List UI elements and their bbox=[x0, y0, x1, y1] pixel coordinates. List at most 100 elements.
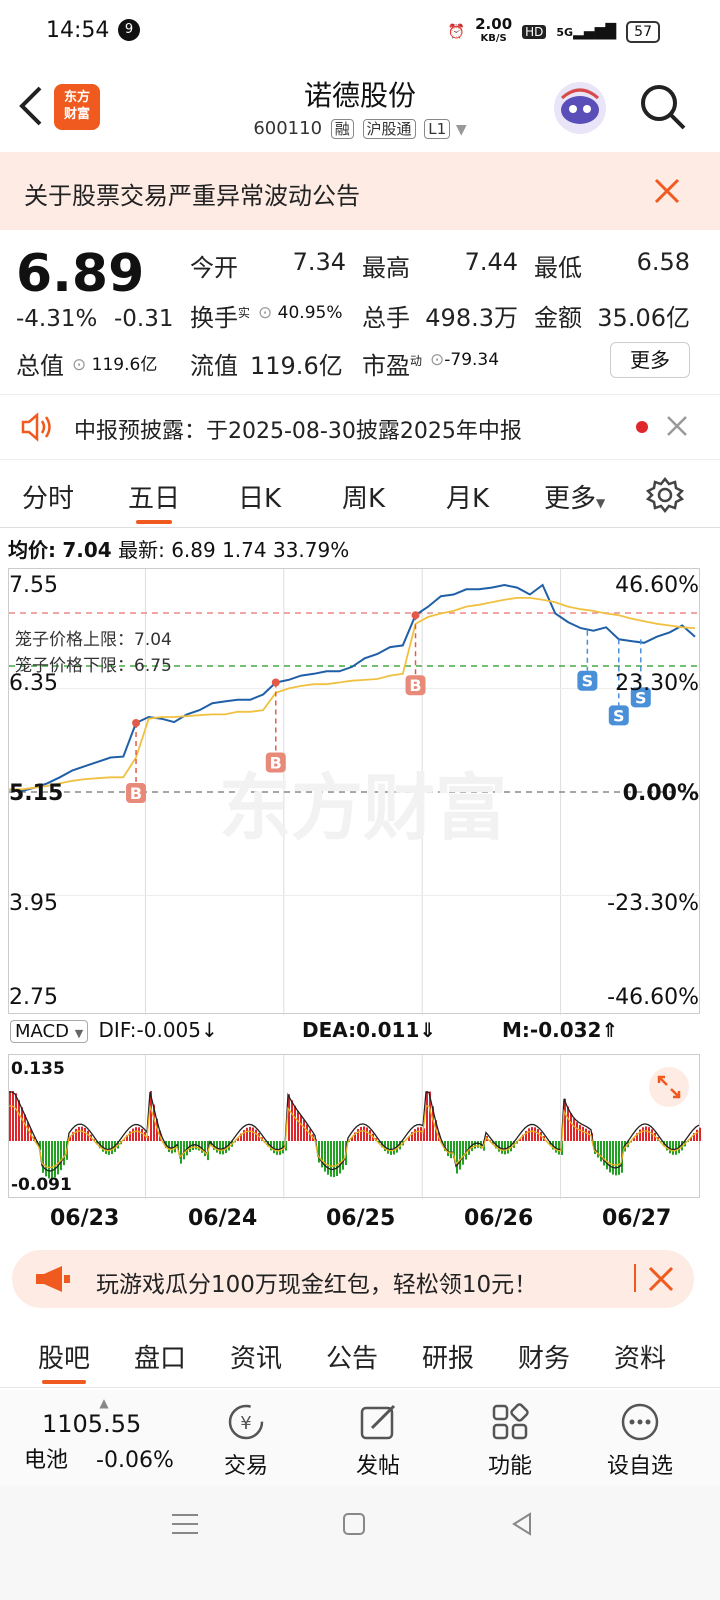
macd-bar-down bbox=[63, 1141, 65, 1166]
macd-bar-down bbox=[390, 1141, 392, 1155]
add-watchlist-button[interactable]: 设自选 bbox=[580, 1390, 700, 1480]
mktcap-text: 119.6亿 bbox=[91, 355, 158, 375]
indicator-select[interactable]: MACD ▼ bbox=[10, 1020, 89, 1043]
macd-dea-text: DEA:0.011 bbox=[302, 1018, 420, 1042]
macd-chart[interactable]: 0.135 -0.091 bbox=[8, 1054, 701, 1199]
macd-bar-up bbox=[696, 1129, 698, 1141]
quote-panel: 6.89 -4.31% -0.31 今开 7.34 最高 7.44 最低 6.5… bbox=[0, 230, 720, 394]
macd-bar-down bbox=[462, 1141, 464, 1165]
close-icon[interactable] bbox=[654, 178, 680, 208]
bottom-toolbar: ▲ 1105.55 电池 -0.06% ¥ 交易 发帖 功能 设自选 bbox=[0, 1390, 720, 1486]
close-icon[interactable] bbox=[666, 415, 688, 441]
mktcap-value: ⊙ 119.6亿 bbox=[72, 350, 157, 375]
high-value: 7.44 bbox=[464, 248, 518, 276]
cage-lower-label: 笼子价格下限： bbox=[15, 656, 134, 676]
content-tabs: 股吧 盘口 资讯 公告 研报 财务 资料 bbox=[0, 1322, 720, 1388]
tab-daily-k[interactable]: 日K bbox=[238, 478, 281, 515]
watchlist-label: 设自选 bbox=[606, 1454, 673, 1479]
macd-bar-down bbox=[333, 1141, 335, 1178]
macd-bar-up bbox=[12, 1091, 14, 1141]
menu-icon[interactable] bbox=[172, 1512, 198, 1540]
macd-bar-down bbox=[597, 1141, 599, 1158]
macd-bar-down bbox=[45, 1141, 47, 1177]
volume-value: 498.3万 bbox=[425, 304, 518, 332]
macd-bar-down bbox=[558, 1141, 560, 1155]
tab-guba[interactable]: 股吧 bbox=[38, 1338, 90, 1384]
home-icon[interactable] bbox=[342, 1512, 366, 1540]
macd-chart-svg bbox=[9, 1055, 701, 1199]
buy-marker-label: B bbox=[409, 676, 421, 695]
back-nav-icon[interactable] bbox=[510, 1512, 534, 1540]
macd-bar-down bbox=[183, 1141, 185, 1160]
sell-marker-label: S bbox=[582, 672, 594, 691]
close-icon[interactable] bbox=[648, 1266, 674, 1296]
macd-bar-up bbox=[585, 1128, 587, 1141]
turnover-sup: 实 bbox=[238, 306, 251, 320]
post-button[interactable]: 发帖 bbox=[318, 1390, 438, 1480]
tab-announcements[interactable]: 公告 bbox=[326, 1338, 378, 1375]
macd-bar-down bbox=[459, 1141, 461, 1170]
functions-button[interactable]: 功能 bbox=[450, 1390, 570, 1480]
trade-button[interactable]: ¥ 交易 bbox=[186, 1390, 306, 1480]
turnover-text: 40.95% bbox=[277, 303, 343, 323]
tab-intraday[interactable]: 分时 bbox=[22, 478, 74, 515]
macd-bar-up bbox=[363, 1126, 365, 1141]
macd-bar-down bbox=[606, 1141, 608, 1170]
macd-bar-down bbox=[387, 1141, 389, 1154]
macd-bar-up bbox=[78, 1126, 80, 1141]
macd-bar-up bbox=[252, 1127, 254, 1141]
stock-code-line[interactable]: 600110 融 沪股通 L1 ▼ bbox=[0, 118, 720, 139]
tag-margin: 融 bbox=[330, 119, 354, 139]
robot-avatar-icon[interactable] bbox=[552, 80, 608, 140]
announcement-banner[interactable]: 关于股票交易严重异常波动公告 bbox=[0, 152, 720, 230]
sector-index[interactable]: ▲ 1105.55 电池 -0.06% bbox=[24, 1396, 184, 1474]
macd-header: MACD ▼ DIF:-0.005↓ DEA:0.011⇓ M:-0.032⇑ bbox=[10, 1018, 710, 1050]
open-value: 7.34 bbox=[292, 248, 346, 276]
macd-m: M:-0.032⇑ bbox=[502, 1018, 619, 1042]
tab-news[interactable]: 资讯 bbox=[230, 1338, 282, 1375]
macd-bar-down bbox=[615, 1141, 617, 1176]
more-button[interactable]: 更多 bbox=[610, 342, 690, 378]
mktcap-label: 总值 bbox=[16, 352, 64, 380]
tab-finance[interactable]: 财务 bbox=[518, 1338, 570, 1375]
settings-gear-icon[interactable] bbox=[645, 476, 685, 518]
y-tick-left-3: 3.95 bbox=[9, 891, 58, 916]
tab-five-day[interactable]: 五日 bbox=[128, 478, 180, 524]
y-tick-right-0: 46.60% bbox=[615, 573, 699, 598]
macd-bar-up bbox=[579, 1124, 581, 1141]
macd-bar-up bbox=[534, 1127, 536, 1141]
chevron-down-icon: ▼ bbox=[455, 122, 467, 138]
macd-bar-down bbox=[216, 1141, 218, 1153]
five-day-chart[interactable]: BBBSSS 东方财富 7.55 6.35 5.15 3.95 2.75 46.… bbox=[8, 568, 701, 1015]
macd-bar-up bbox=[81, 1126, 83, 1141]
megaphone-icon bbox=[32, 1263, 72, 1299]
tab-research[interactable]: 研报 bbox=[422, 1338, 474, 1375]
avg-value: 7.04 bbox=[62, 538, 112, 562]
macd-top-value: 0.135 bbox=[11, 1059, 65, 1079]
tab-monthly-k[interactable]: 月K bbox=[446, 478, 489, 515]
expand-icon[interactable] bbox=[649, 1067, 689, 1107]
tab-profile[interactable]: 资料 bbox=[614, 1338, 666, 1375]
tab-more[interactable]: 更多▼ bbox=[544, 478, 605, 515]
macd-m-text: M:-0.032 bbox=[502, 1018, 602, 1042]
report-bar[interactable]: 中报预披露：于2025-08-30披露2025年中报 bbox=[0, 394, 720, 460]
promo-banner[interactable]: 玩游戏瓜分100万现金红包，轻松领10元！ bbox=[12, 1250, 694, 1308]
macd-bar-up bbox=[414, 1129, 416, 1141]
info-value-1: 1.74 bbox=[222, 538, 267, 562]
macd-bar-up bbox=[573, 1118, 575, 1141]
search-icon[interactable] bbox=[638, 82, 688, 136]
promo-text: 玩游戏瓜分100万现金红包，轻松领10元！ bbox=[96, 1272, 538, 1298]
tab-weekly-k[interactable]: 周K bbox=[342, 478, 385, 515]
latest-value: 6.89 bbox=[171, 538, 216, 562]
macd-dea: DEA:0.011⇓ bbox=[302, 1018, 437, 1042]
macd-bar-down bbox=[108, 1141, 110, 1155]
macd-bar-down bbox=[447, 1141, 449, 1156]
macd-bar-up bbox=[564, 1098, 566, 1141]
macd-bar-up bbox=[288, 1094, 290, 1141]
tab-pankou[interactable]: 盘口 bbox=[134, 1338, 186, 1375]
post-label: 发帖 bbox=[355, 1454, 400, 1479]
macd-bar-up bbox=[306, 1124, 308, 1141]
macd-bar-up bbox=[588, 1130, 590, 1141]
dif-line bbox=[9, 1091, 700, 1172]
open-label: 今开 bbox=[190, 254, 238, 282]
